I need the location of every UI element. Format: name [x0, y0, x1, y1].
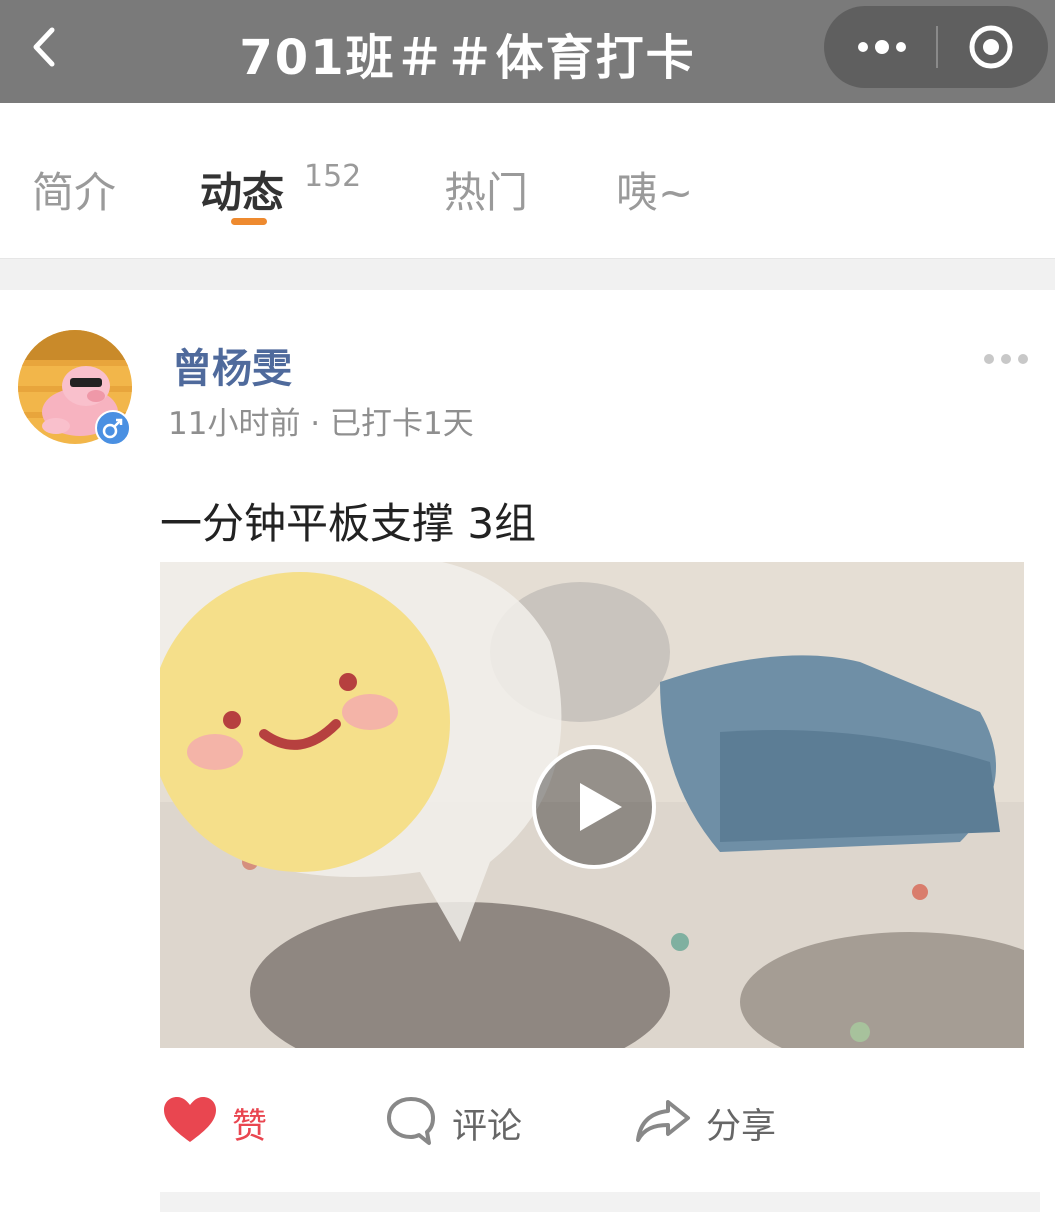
post-content: 一分钟平板支撑 3组	[160, 499, 537, 548]
more-dots-icon[interactable]	[854, 32, 910, 62]
share-button[interactable]: 分享	[706, 1098, 776, 1149]
tab-hot[interactable]: 热门	[444, 159, 528, 220]
male-badge-icon	[95, 410, 131, 446]
post-meta: 11小时前 · 已打卡1天	[168, 406, 474, 442]
tab-feed-count: 152	[304, 159, 362, 194]
like-button[interactable]: 赞	[232, 1098, 267, 1149]
heart-icon[interactable]	[162, 1096, 218, 1146]
tab-bar: 简介 动态 152 热门 咦~	[0, 103, 1055, 258]
tab-feed[interactable]: 动态	[200, 159, 284, 220]
mini-program-capsule	[824, 6, 1048, 88]
section-divider	[0, 258, 1055, 290]
active-tab-indicator	[231, 218, 267, 225]
comment-icon[interactable]	[385, 1096, 437, 1146]
share-icon[interactable]	[634, 1096, 692, 1146]
post-username[interactable]: 曾杨雯	[172, 336, 292, 394]
top-navigation-bar: 701班＃＃体育打卡	[0, 0, 1055, 103]
comment-area-preview	[160, 1192, 1040, 1212]
comment-button[interactable]: 评论	[452, 1098, 522, 1149]
tab-intro[interactable]: 简介	[32, 159, 116, 220]
capsule-divider	[936, 26, 938, 68]
post-more-icon[interactable]	[982, 352, 1030, 366]
play-icon[interactable]	[530, 743, 658, 871]
target-circle-icon[interactable]	[968, 24, 1014, 70]
tab-yi[interactable]: 咦~	[616, 159, 693, 220]
